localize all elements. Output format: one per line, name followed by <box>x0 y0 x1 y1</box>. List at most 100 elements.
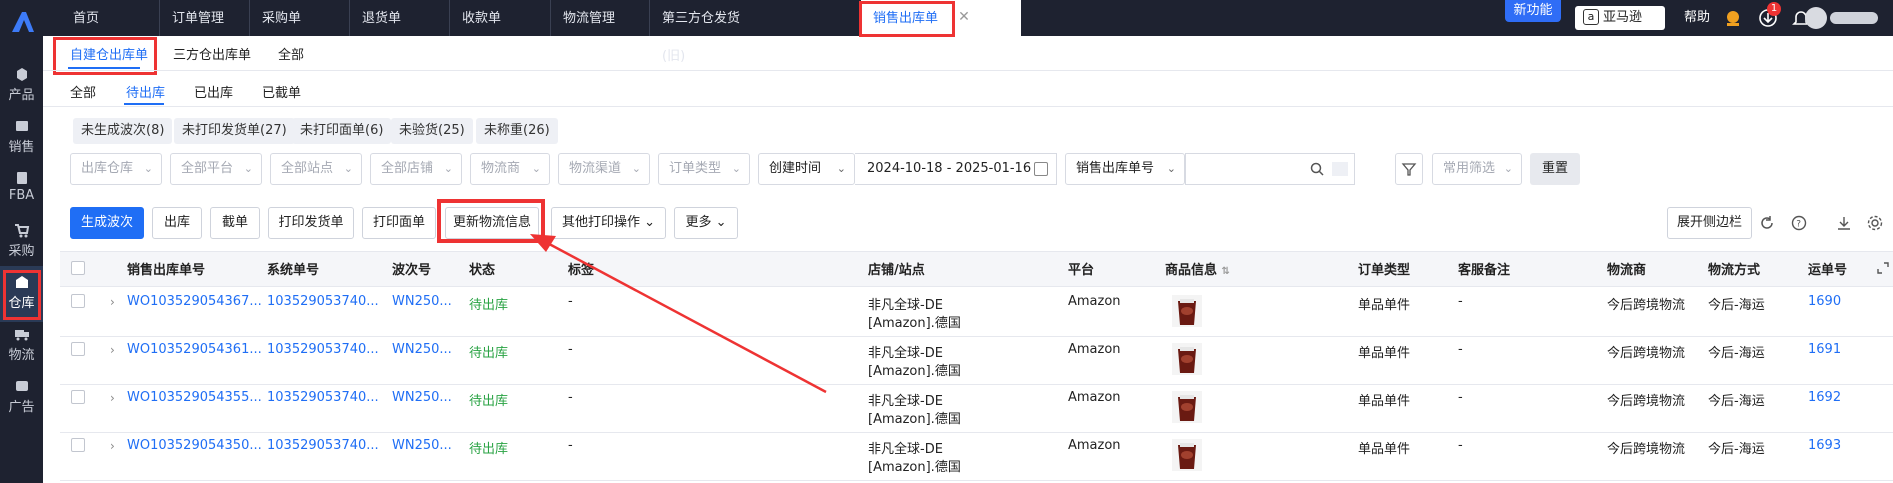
warehouse-select[interactable]: 出库仓库 ⌄ <box>70 153 162 185</box>
chevron-right-icon[interactable]: › <box>110 391 115 405</box>
subtab-third-party-warehouse[interactable]: 三方仓出库单 <box>173 44 251 63</box>
column-header-method[interactable]: 物流方式 <box>1708 259 1760 278</box>
product-thumbnail[interactable] <box>1172 439 1202 471</box>
sidebar-item-warehouse[interactable]: 仓库 <box>0 266 43 322</box>
cell-wave[interactable]: WN250... <box>392 342 452 357</box>
search-field-select[interactable]: 销售出库单号 ⌄ <box>1065 153 1185 185</box>
date-type-select[interactable]: 创建时间 ⌄ <box>758 153 855 185</box>
reset-button[interactable]: 重置 <box>1530 153 1580 185</box>
column-header-status[interactable]: 状态 <box>469 259 495 278</box>
row-checkbox[interactable] <box>71 438 85 452</box>
expand-sidebar-button[interactable]: 展开侧边栏 <box>1667 207 1752 239</box>
sidebar-item-ads[interactable]: 广告 <box>0 370 43 426</box>
sort-icon[interactable]: ⇅ <box>1222 266 1230 277</box>
cell-system-no[interactable]: 103529053740... <box>267 438 379 453</box>
cell-system-no[interactable]: 103529053740... <box>267 294 379 309</box>
tab-logistics-management[interactable]: 物流管理 <box>550 0 649 36</box>
select-all-checkbox[interactable] <box>71 261 85 275</box>
status-tab-pending[interactable]: 待出库 <box>126 82 165 101</box>
outbound-button[interactable]: 出库 <box>152 207 202 239</box>
status-tab-cut[interactable]: 已截单 <box>262 82 301 101</box>
product-thumbnail[interactable] <box>1172 391 1202 423</box>
download-icon[interactable] <box>1835 214 1853 232</box>
chevron-right-icon[interactable]: › <box>110 295 115 309</box>
site-select[interactable]: 全部站点 ⌄ <box>270 153 362 185</box>
cell-order-no[interactable]: WO103529054350... <box>127 438 262 453</box>
column-header-remark[interactable]: 客服备注 <box>1458 259 1510 278</box>
status-tab-shipped[interactable]: 已出库 <box>194 82 233 101</box>
user-name-placeholder[interactable] <box>1830 12 1878 24</box>
cell-system-no[interactable]: 103529053740... <box>267 390 379 405</box>
column-header-system-no[interactable]: 系统单号 <box>267 259 319 278</box>
row-checkbox[interactable] <box>71 342 85 356</box>
sidebar-item-fba[interactable]: FBA <box>0 162 43 218</box>
chip-unweighed[interactable]: 未称重(26) <box>476 118 558 144</box>
sidebar-item-product[interactable]: 产品 <box>0 58 43 114</box>
status-tab-all[interactable]: 全部 <box>70 82 96 101</box>
search-icon[interactable] <box>1310 162 1324 176</box>
cell-waybill[interactable]: 1690 <box>1808 294 1841 309</box>
more-button[interactable]: 更多 ⌄ <box>674 207 738 239</box>
carrier-select[interactable]: 物流商 ⌄ <box>470 153 550 185</box>
close-icon[interactable]: ✕ <box>956 9 972 25</box>
shop-select[interactable]: 全部店铺 ⌄ <box>370 153 462 185</box>
cell-waybill[interactable]: 1693 <box>1808 438 1841 453</box>
refresh-icon[interactable] <box>1758 214 1776 232</box>
platform-select[interactable]: 全部平台 ⌄ <box>170 153 262 185</box>
cell-order-no[interactable]: WO103529054355... <box>127 390 262 405</box>
other-print-button[interactable]: 其他打印操作 ⌄ <box>551 207 666 239</box>
column-header-carrier[interactable]: 物流商 <box>1607 259 1646 278</box>
tab-home[interactable]: 首页 <box>61 0 141 36</box>
column-header-platform[interactable]: 平台 <box>1068 259 1094 278</box>
settings-icon[interactable] <box>1866 214 1884 232</box>
column-header-tag[interactable]: 标签 <box>568 259 594 278</box>
help-circle-icon[interactable]: ? <box>1790 214 1808 232</box>
print-label-button[interactable]: 打印面单 <box>362 207 436 239</box>
generate-wave-button[interactable]: 生成波次 <box>70 207 144 239</box>
add-tab-icon[interactable]: + <box>993 8 1013 28</box>
cell-waybill[interactable]: 1692 <box>1808 390 1841 405</box>
chevron-right-icon[interactable]: › <box>110 439 115 453</box>
common-filter-select[interactable]: 常用筛选 ⌄ <box>1432 153 1522 185</box>
help-link[interactable]: 帮助 <box>1684 0 1710 36</box>
cell-wave[interactable]: WN250... <box>392 438 452 453</box>
tab-order-management[interactable]: 订单管理 <box>159 0 249 36</box>
print-invoice-button[interactable]: 打印发货单 <box>268 207 354 239</box>
column-header-product[interactable]: 商品信息 ⇅ <box>1165 259 1230 278</box>
tab-third-party-shipping[interactable]: 第三方仓发货(旧) <box>649 0 745 64</box>
new-feature-button[interactable]: 新功能 <box>1505 0 1561 22</box>
column-header-waybill[interactable]: 运单号 <box>1808 259 1847 278</box>
product-thumbnail[interactable] <box>1172 295 1202 327</box>
cut-order-button[interactable]: 截单 <box>210 207 260 239</box>
channel-select[interactable]: 物流渠道 ⌄ <box>558 153 650 185</box>
chip-uninspected[interactable]: 未验货(25) <box>391 118 473 144</box>
order-type-select[interactable]: 订单类型 ⌄ <box>658 153 750 185</box>
tab-purchase-order[interactable]: 采购单 <box>249 0 349 36</box>
avatar[interactable] <box>1805 7 1827 29</box>
sidebar-item-logistics[interactable]: 物流 <box>0 318 43 374</box>
support-agent-icon[interactable] <box>1723 8 1743 28</box>
cell-system-no[interactable]: 103529053740... <box>267 342 379 357</box>
product-thumbnail[interactable] <box>1172 343 1202 375</box>
expand-table-icon[interactable] <box>1876 261 1890 275</box>
batch-search-icon[interactable] <box>1332 162 1348 176</box>
chip-no-wave[interactable]: 未生成波次(8) <box>73 118 173 144</box>
chevron-right-icon[interactable]: › <box>110 343 115 357</box>
column-header-order-no[interactable]: 销售出库单号 <box>127 259 205 278</box>
row-checkbox[interactable] <box>71 294 85 308</box>
cell-order-no[interactable]: WO103529054361... <box>127 342 262 357</box>
tab-receipt[interactable]: 收款单 <box>449 0 549 36</box>
filter-icon[interactable] <box>1395 153 1423 185</box>
search-input[interactable] <box>1185 153 1355 185</box>
subtab-all[interactable]: 全部 <box>278 44 304 63</box>
sidebar-item-purchase[interactable]: 采购 <box>0 214 43 270</box>
cell-wave[interactable]: WN250... <box>392 390 452 405</box>
date-range-picker[interactable]: 2024-10-18 - 2025-01-16 <box>855 153 1057 185</box>
cell-wave[interactable]: WN250... <box>392 294 452 309</box>
cell-order-no[interactable]: WO103529054367... <box>127 294 262 309</box>
column-header-wave[interactable]: 波次号 <box>392 259 431 278</box>
tab-return-order[interactable]: 退货单 <box>349 0 449 36</box>
row-checkbox[interactable] <box>71 390 85 404</box>
chip-unprinted-label[interactable]: 未打印面单(6) <box>292 118 392 144</box>
sidebar-item-sales[interactable]: 销售 <box>0 110 43 166</box>
